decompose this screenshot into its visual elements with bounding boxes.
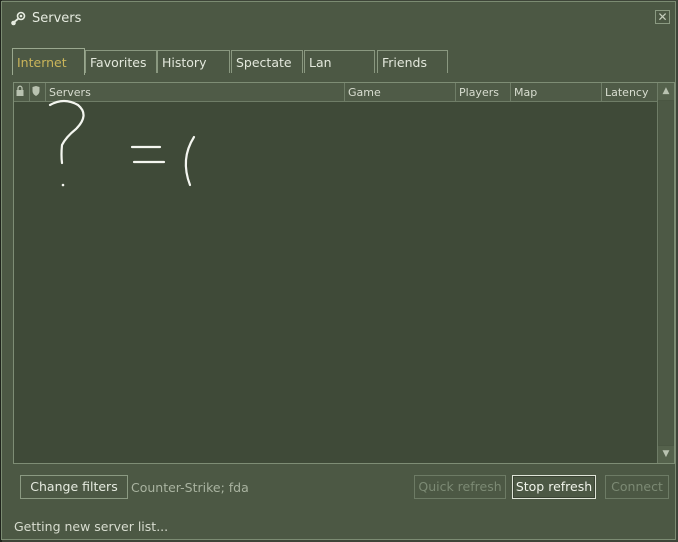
column-header-password[interactable] <box>14 83 30 101</box>
tab-label: Lan <box>309 55 332 70</box>
bottom-toolbar: Change filters Counter-Strike; fda Quick… <box>13 465 675 507</box>
header-label: Latency <box>605 86 649 99</box>
tab-label: Internet <box>17 55 67 70</box>
header-label: Players <box>459 86 499 99</box>
close-icon: ✕ <box>657 10 668 24</box>
tab-label: Favorites <box>90 55 147 70</box>
tab-internet[interactable]: Internet <box>12 48 85 75</box>
tab-friends[interactable]: Friends <box>377 50 448 73</box>
tab-label: History <box>162 55 207 70</box>
header-label: Servers <box>49 86 91 99</box>
vertical-scrollbar[interactable]: ▲ ▼ <box>657 83 674 463</box>
tab-label: Friends <box>382 55 427 70</box>
scroll-up-button[interactable]: ▲ <box>658 83 674 100</box>
close-button[interactable]: ✕ <box>655 10 670 24</box>
connect-button[interactable]: Connect <box>605 475 669 499</box>
tab-lan[interactable]: Lan <box>304 50 375 73</box>
button-label: Change filters <box>30 479 118 494</box>
change-filters-button[interactable]: Change filters <box>20 475 128 499</box>
lock-icon <box>16 85 24 96</box>
column-header-players[interactable]: Players <box>456 83 511 101</box>
title-bar[interactable]: Servers ✕ <box>2 2 675 36</box>
handwritten-scribble <box>48 99 196 187</box>
button-label: Stop refresh <box>515 479 593 494</box>
chevron-up-icon: ▲ <box>662 86 670 96</box>
column-header-map[interactable]: Map <box>511 83 602 101</box>
tab-history[interactable]: History <box>157 50 230 73</box>
servers-window: Servers ✕ Internet Favorites History Spe… <box>1 1 676 540</box>
header-label: Map <box>514 86 538 99</box>
scroll-down-button[interactable]: ▼ <box>658 446 674 463</box>
status-text: Getting new server list... <box>14 519 169 534</box>
steam-icon <box>11 11 26 26</box>
tab-label: Spectate <box>236 55 292 70</box>
filter-summary: Counter-Strike; fda <box>131 480 249 495</box>
tab-favorites[interactable]: Favorites <box>85 50 157 73</box>
quick-refresh-button[interactable]: Quick refresh <box>414 475 506 499</box>
stop-refresh-button[interactable]: Stop refresh <box>512 475 596 499</box>
scroll-track[interactable] <box>659 101 673 445</box>
column-header-latency[interactable]: Latency <box>602 83 658 101</box>
button-label: Quick refresh <box>418 479 502 494</box>
header-label: Game <box>348 86 381 99</box>
server-list[interactable]: Servers Game Players Map Latency ▲ ▼ <box>13 82 675 464</box>
chevron-down-icon: ▼ <box>662 449 670 459</box>
button-label: Connect <box>611 479 663 494</box>
shield-icon <box>32 86 40 96</box>
column-header-game[interactable]: Game <box>345 83 456 101</box>
window-title: Servers <box>32 11 82 26</box>
tab-spectate[interactable]: Spectate <box>231 50 303 73</box>
